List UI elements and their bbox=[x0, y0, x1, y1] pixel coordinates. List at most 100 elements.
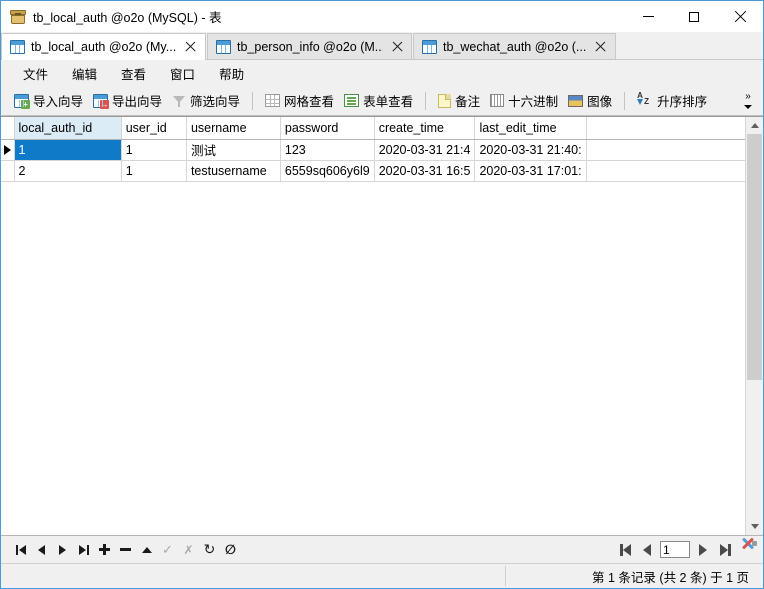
table-row[interactable]: 2 1 testusername 6559sq606y6l9 2020-03-3… bbox=[1, 160, 745, 182]
menu-help[interactable]: 帮助 bbox=[207, 61, 256, 86]
maximize-icon bbox=[689, 11, 699, 22]
first-record-button[interactable] bbox=[10, 539, 31, 560]
cell-password[interactable]: 6559sq606y6l9 bbox=[280, 160, 375, 182]
cancel-edit-icon: ✗ bbox=[183, 542, 194, 557]
column-header-local-auth-id[interactable]: local_auth_id bbox=[14, 117, 122, 140]
next-record-icon bbox=[59, 544, 66, 555]
tab-close-icon[interactable] bbox=[185, 41, 197, 53]
next-page-button[interactable] bbox=[692, 539, 714, 561]
toolbar-button-label: 十六进制 bbox=[508, 95, 559, 109]
scroll-up-icon bbox=[750, 123, 759, 128]
next-page-icon bbox=[699, 543, 707, 556]
toolbar-button-label: 筛选向导 bbox=[190, 95, 241, 109]
last-page-button[interactable] bbox=[714, 539, 736, 561]
form-view-button[interactable]: 表单查看 bbox=[339, 89, 418, 112]
tab-tb-wechat-auth[interactable]: tb_wechat_auth @o2o (... bbox=[413, 33, 616, 59]
minimize-icon bbox=[642, 16, 654, 17]
refresh-icon: ↻ bbox=[203, 541, 216, 558]
delete-record-button[interactable] bbox=[115, 539, 136, 560]
column-header-last-edit-time[interactable]: last_edit_time bbox=[474, 117, 587, 140]
menu-edit[interactable]: 编辑 bbox=[60, 61, 109, 86]
previous-page-button[interactable] bbox=[636, 539, 658, 561]
toolbar-button-label: 导入向导 bbox=[33, 95, 84, 109]
apply-changes-button[interactable]: ✓ bbox=[157, 539, 178, 560]
refresh-button[interactable]: ↻ bbox=[199, 539, 220, 560]
cell-create-time[interactable]: 2020-03-31 21:4 bbox=[374, 139, 476, 161]
cell-username[interactable]: 测试 bbox=[186, 139, 281, 161]
discard-changes-button[interactable]: ✗ bbox=[178, 539, 199, 560]
scroll-down-button[interactable] bbox=[746, 518, 763, 535]
toolbar-separator bbox=[425, 91, 427, 110]
tab-close-icon[interactable] bbox=[392, 41, 404, 53]
memo-button[interactable]: 备注 bbox=[433, 89, 485, 112]
export-wizard-button[interactable]: → 导出向导 bbox=[88, 89, 167, 112]
chevron-down-icon bbox=[744, 104, 752, 109]
export-record-button[interactable] bbox=[136, 539, 157, 560]
cell-create-time[interactable]: 2020-03-31 16:5 bbox=[374, 160, 476, 182]
menu-view[interactable]: 查看 bbox=[109, 61, 158, 86]
first-record-icon bbox=[15, 544, 18, 555]
page-navigation bbox=[614, 536, 757, 563]
column-header-username[interactable]: username bbox=[186, 117, 281, 140]
scroll-up-button[interactable] bbox=[746, 117, 763, 134]
toolbar-button-label: 网格查看 bbox=[284, 95, 335, 109]
menu-file[interactable]: 文件 bbox=[11, 61, 60, 86]
vertical-scrollbar[interactable] bbox=[745, 117, 763, 535]
toolbar-overflow-button[interactable]: » bbox=[737, 86, 759, 115]
menu-window[interactable]: 窗口 bbox=[158, 61, 207, 86]
table-icon bbox=[422, 39, 437, 54]
cell-local-auth-id[interactable]: 1 bbox=[14, 139, 122, 161]
tab-bar: tb_local_auth @o2o (My... tb_person_info… bbox=[1, 32, 763, 60]
cell-username[interactable]: testusername bbox=[186, 160, 281, 182]
last-record-button[interactable] bbox=[73, 539, 94, 560]
data-grid[interactable]: local_auth_id user_id username password … bbox=[1, 117, 745, 535]
toolbar-separator bbox=[624, 91, 626, 110]
scrollbar-thumb[interactable] bbox=[747, 134, 762, 380]
cell-password[interactable]: 123 bbox=[280, 139, 375, 161]
filter-wizard-button[interactable]: 筛选向导 bbox=[167, 89, 245, 112]
row-indicator bbox=[1, 160, 15, 182]
first-page-button[interactable] bbox=[614, 539, 636, 561]
tab-tb-person-info[interactable]: tb_person_info @o2o (M... bbox=[207, 33, 412, 59]
sort-ascending-button[interactable]: AZ 升序排序 bbox=[632, 89, 712, 112]
stop-button[interactable]: ∅ bbox=[220, 539, 241, 560]
grid-view-icon bbox=[265, 94, 281, 107]
toolbar-separator bbox=[252, 91, 254, 110]
column-header-password[interactable]: password bbox=[280, 117, 375, 140]
maximize-button[interactable] bbox=[671, 1, 717, 32]
grid-tools-button[interactable] bbox=[740, 537, 757, 558]
table-icon bbox=[10, 40, 25, 54]
import-wizard-button[interactable]: + 导入向导 bbox=[9, 89, 88, 112]
column-header-filler bbox=[586, 117, 745, 140]
window-title: tb_local_auth @o2o (MySQL) - 表 bbox=[33, 11, 222, 25]
add-record-button[interactable] bbox=[94, 539, 115, 560]
page-number-input[interactable] bbox=[660, 541, 690, 558]
window-controls bbox=[625, 1, 763, 32]
cell-last-edit-time[interactable]: 2020-03-31 17:01: bbox=[474, 160, 587, 182]
toolbar-button-label: 表单查看 bbox=[363, 95, 414, 109]
next-record-button[interactable] bbox=[52, 539, 73, 560]
cell-last-edit-time[interactable]: 2020-03-31 21:40: bbox=[474, 139, 587, 161]
cell-local-auth-id[interactable]: 2 bbox=[14, 160, 122, 182]
cell-user-id[interactable]: 1 bbox=[121, 139, 187, 161]
grid-view-button[interactable]: 网格查看 bbox=[260, 89, 339, 112]
import-wizard-icon: + bbox=[14, 93, 30, 109]
column-header-create-time[interactable]: create_time bbox=[374, 117, 476, 140]
minimize-button[interactable] bbox=[625, 1, 671, 32]
tab-tb-local-auth[interactable]: tb_local_auth @o2o (My... bbox=[1, 33, 206, 60]
close-button[interactable] bbox=[717, 1, 763, 32]
tab-label: tb_wechat_auth @o2o (... bbox=[443, 39, 587, 54]
scrollbar-track[interactable] bbox=[746, 134, 763, 518]
plus-icon bbox=[99, 544, 110, 555]
previous-record-button[interactable] bbox=[31, 539, 52, 560]
tab-label: tb_local_auth @o2o (My... bbox=[31, 40, 177, 54]
toolbar-button-label: 升序排序 bbox=[657, 95, 708, 109]
table-row[interactable]: 1 1 测试 123 2020-03-31 21:4 2020-03-31 21… bbox=[1, 139, 745, 161]
last-record-icon bbox=[78, 544, 86, 555]
cell-user-id[interactable]: 1 bbox=[121, 160, 187, 182]
cell-filler bbox=[586, 160, 745, 182]
image-button[interactable]: 图像 bbox=[563, 89, 617, 112]
hex-button[interactable]: 十六进制 bbox=[485, 89, 563, 112]
tab-close-icon[interactable] bbox=[595, 41, 607, 53]
column-header-user-id[interactable]: user_id bbox=[121, 117, 187, 140]
